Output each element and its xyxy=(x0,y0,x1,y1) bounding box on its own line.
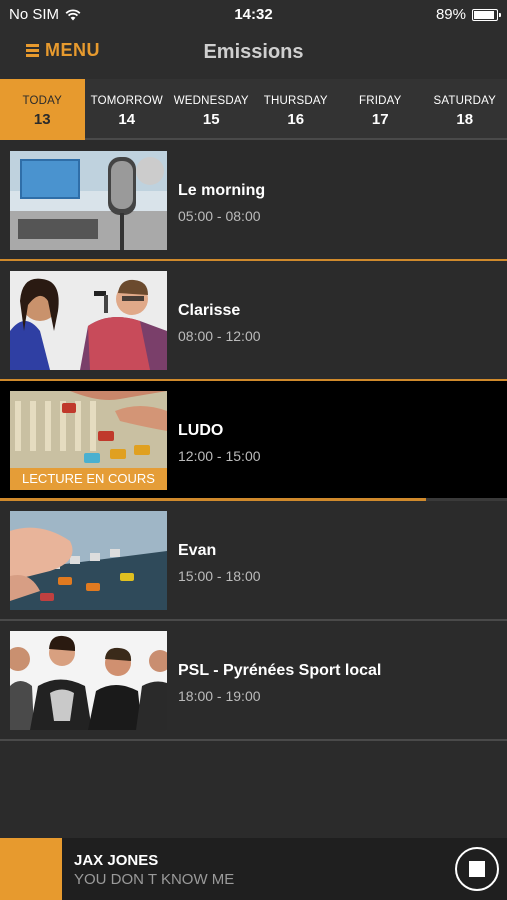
now-playing-badge: LECTURE EN COURS xyxy=(10,468,167,490)
divider xyxy=(0,739,507,741)
day-name: FRIDAY xyxy=(358,95,402,107)
battery-icon xyxy=(472,8,501,21)
day-tab-wednesday[interactable]: WEDNESDAY 15 xyxy=(169,79,254,140)
day-tab-today[interactable]: TODAY 13 xyxy=(0,79,85,140)
day-tab-friday[interactable]: FRIDAY 17 xyxy=(338,79,423,140)
day-name: WEDNESDAY xyxy=(173,95,249,107)
show-thumbnail: LECTURE EN COURS xyxy=(10,391,167,490)
show-thumbnail xyxy=(10,271,167,370)
day-number: 16 xyxy=(287,111,305,128)
stop-button[interactable] xyxy=(455,847,499,891)
nav-bar: MENU Emissions xyxy=(0,28,507,79)
day-name: TOMORROW xyxy=(90,95,163,107)
show-time: 05:00 - 08:00 xyxy=(178,208,261,224)
show-item-evan[interactable]: Evan 15:00 - 18:00 xyxy=(0,501,507,621)
status-right: 89% xyxy=(435,6,501,23)
battery-percent: 89% xyxy=(435,6,466,23)
day-name: TODAY xyxy=(22,95,63,107)
day-name: SATURDAY xyxy=(433,95,496,107)
show-title: Evan xyxy=(178,542,217,559)
show-item-psl[interactable]: PSL - Pyrénées Sport local 18:00 - 19:00 xyxy=(0,621,507,741)
show-item-le-morning[interactable]: Le morning 05:00 - 08:00 xyxy=(0,141,507,261)
show-time: 18:00 - 19:00 xyxy=(178,688,261,704)
day-number: 14 xyxy=(118,111,136,128)
player-track: YOU DON T KNOW ME xyxy=(74,871,235,888)
day-tabs: TODAY 13 TOMORROW 14 WEDNESDAY 15 THURSD… xyxy=(0,79,507,140)
day-tab-saturday[interactable]: SATURDAY 18 xyxy=(423,79,507,140)
day-name: THURSDAY xyxy=(263,95,328,107)
day-tab-thursday[interactable]: THURSDAY 16 xyxy=(254,79,339,140)
show-item-ludo[interactable]: LECTURE EN COURS LUDO 12:00 - 15:00 xyxy=(0,381,507,501)
day-number: 18 xyxy=(456,111,474,128)
day-number: 13 xyxy=(33,111,51,128)
show-time: 08:00 - 12:00 xyxy=(178,328,261,344)
show-time: 15:00 - 18:00 xyxy=(178,568,261,584)
show-title: Le morning xyxy=(178,182,266,199)
status-bar: No SIM 14:32 89% xyxy=(0,0,507,28)
day-tab-tomorrow[interactable]: TOMORROW 14 xyxy=(85,79,170,140)
day-number: 17 xyxy=(371,111,389,128)
player-artist: JAX JONES xyxy=(74,852,159,869)
stop-icon xyxy=(469,861,485,877)
show-thumbnail xyxy=(10,631,167,730)
day-number: 15 xyxy=(202,111,220,128)
show-thumbnail xyxy=(10,511,167,610)
player-artwork xyxy=(0,838,62,900)
player-bar[interactable]: JAX JONES YOU DON T KNOW ME xyxy=(0,838,507,900)
status-time: 14:32 xyxy=(234,6,273,23)
show-title: LUDO xyxy=(178,422,224,439)
show-title: PSL - Pyrénées Sport local xyxy=(178,662,382,679)
show-item-clarisse[interactable]: Clarisse 08:00 - 12:00 xyxy=(0,261,507,381)
show-thumbnail xyxy=(10,151,167,250)
page-title: Emissions xyxy=(203,41,304,63)
show-time: 12:00 - 15:00 xyxy=(178,448,261,464)
show-title: Clarisse xyxy=(178,302,241,319)
